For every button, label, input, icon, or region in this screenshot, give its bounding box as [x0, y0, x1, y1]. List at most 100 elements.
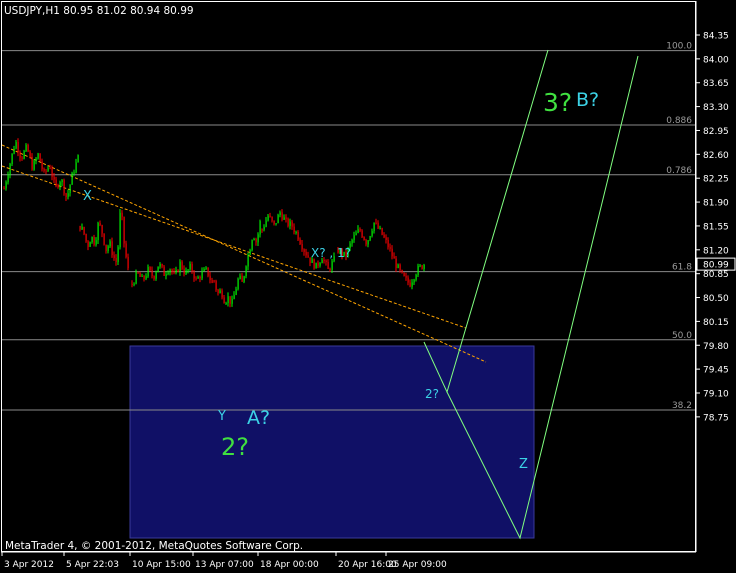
candle-body	[367, 240, 369, 245]
candle-body	[419, 265, 421, 267]
candle-body	[197, 277, 199, 279]
candle-body	[33, 161, 35, 170]
candle-body	[217, 289, 219, 294]
fib-level-label: 50.0	[672, 331, 692, 341]
candle-body	[303, 249, 305, 252]
candle-body	[15, 142, 17, 149]
candle-body	[169, 269, 171, 273]
candle-body	[241, 275, 243, 282]
wave-label: 3?	[543, 88, 572, 117]
candle-body	[387, 239, 389, 248]
candle-body	[39, 153, 41, 162]
candle-body	[331, 261, 333, 270]
candle-body	[215, 280, 217, 290]
wave-label: Z	[519, 457, 528, 472]
y-tick-label: 80.50	[703, 294, 729, 304]
candle-body	[291, 221, 293, 227]
fib-level-label: 38.2	[672, 401, 692, 411]
candle-body	[167, 272, 169, 275]
candle-body	[29, 151, 31, 157]
wave-label: X	[83, 189, 92, 204]
trendline-upper	[1, 144, 487, 363]
candle-body	[317, 262, 319, 266]
candle-body	[105, 244, 107, 252]
candle-body	[173, 272, 175, 274]
candle-body	[273, 220, 275, 224]
candle-body	[379, 227, 381, 229]
candle-body	[81, 226, 83, 230]
candle-body	[43, 168, 45, 171]
candle-body	[269, 215, 271, 217]
candle-body	[423, 264, 425, 269]
candle-body	[353, 235, 355, 240]
candle-body	[25, 144, 27, 152]
x-tick-label: 5 Apr 22:03	[66, 560, 119, 570]
chart-window[interactable]: 100.0 0.886 0.786 61.8 50.0 38.2 X X? , 1? Y A? 2…	[0, 0, 736, 573]
candle-body	[97, 223, 99, 241]
candle-body	[371, 231, 373, 237]
candle-body	[319, 263, 321, 266]
candle-body	[115, 258, 117, 263]
candle-body	[221, 290, 223, 298]
candle-body	[17, 142, 19, 153]
candle-body	[139, 273, 141, 277]
fib-level-label: 100.0	[666, 42, 692, 52]
candle-body	[271, 216, 273, 221]
candle-body	[237, 278, 239, 290]
candle-body	[151, 270, 153, 277]
candle-body	[171, 269, 173, 273]
fib-level-label: 0.786	[666, 166, 692, 176]
candle-body	[293, 226, 295, 233]
candle-body	[87, 241, 89, 247]
candle-body	[163, 266, 165, 276]
candle-body	[77, 155, 79, 163]
candle-body	[223, 297, 225, 304]
candle-body	[267, 215, 269, 221]
price-chart[interactable]: 100.0 0.886 0.786 61.8 50.0 38.2 X X? , 1? Y A? 2…	[0, 0, 736, 573]
candle-body	[243, 276, 245, 282]
candle-body	[389, 247, 391, 249]
candle-body	[85, 233, 87, 242]
candle-body	[259, 221, 261, 235]
candle-body	[247, 254, 249, 267]
candle-body	[413, 279, 415, 283]
candle-body	[5, 182, 7, 189]
candle-body	[253, 239, 255, 241]
candle-body	[143, 275, 145, 279]
candle-body	[127, 256, 129, 269]
y-tick-label: 81.90	[703, 199, 729, 209]
candle-body	[361, 230, 363, 237]
candle-body	[299, 239, 301, 245]
candle-body	[231, 299, 233, 304]
candle-body	[181, 261, 183, 270]
wave-label: Y	[217, 409, 226, 424]
candle-body	[61, 180, 63, 183]
candle-body	[369, 236, 371, 241]
candle-body	[395, 258, 397, 269]
candle-body	[79, 225, 81, 230]
candle-body	[245, 266, 247, 277]
candle-body	[121, 212, 123, 217]
candle-body	[185, 270, 187, 274]
candle-body	[397, 264, 399, 269]
candle-body	[95, 240, 97, 245]
candle-body	[111, 241, 113, 256]
wave-label: 2?	[221, 433, 249, 461]
candle-body	[225, 302, 227, 304]
y-tick-label: 81.20	[703, 246, 729, 256]
candle-body	[75, 162, 77, 173]
candle-body	[285, 217, 287, 219]
candle-body	[407, 277, 409, 283]
candle-body	[359, 229, 361, 231]
candle-body	[179, 261, 181, 272]
candle-body	[55, 179, 57, 186]
candle-body	[175, 270, 177, 273]
candle-body	[401, 269, 403, 273]
candle-body	[11, 153, 13, 165]
y-tick-label: 83.65	[703, 79, 729, 89]
wave-label: A?	[247, 407, 270, 429]
candle-body	[27, 144, 29, 152]
candle-body	[235, 289, 237, 295]
candle-body	[325, 260, 327, 263]
candle-body	[315, 262, 317, 269]
